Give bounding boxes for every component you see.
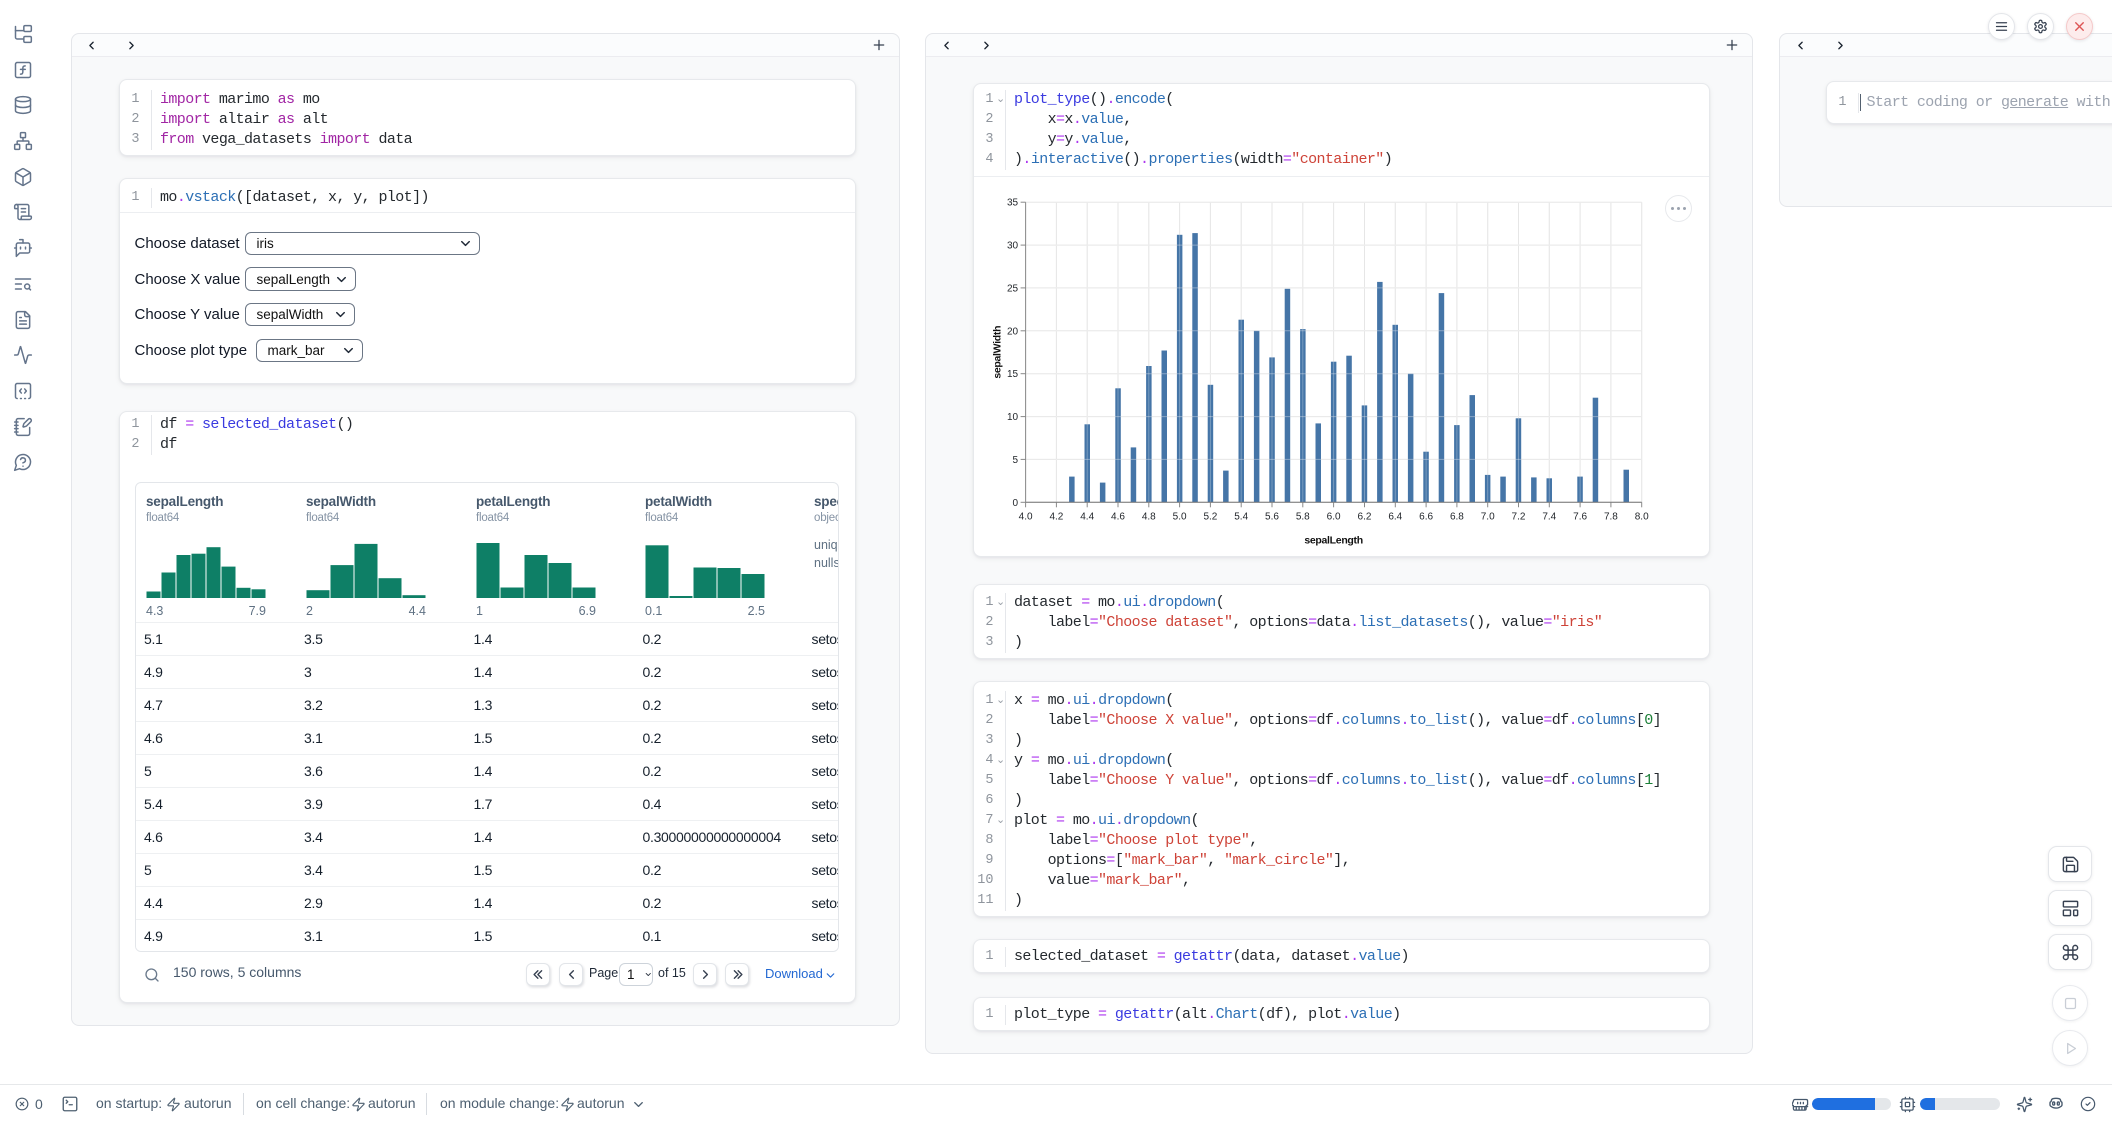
svg-text:5.2: 5.2 bbox=[1203, 512, 1217, 523]
svg-text:5: 5 bbox=[1013, 455, 1019, 466]
svg-text:20: 20 bbox=[1007, 326, 1019, 337]
svg-text:4.4: 4.4 bbox=[1080, 512, 1094, 523]
svg-text:sepalWidth: sepalWidth bbox=[992, 326, 1004, 379]
svg-text:5.6: 5.6 bbox=[1265, 512, 1279, 523]
svg-text:25: 25 bbox=[1007, 283, 1019, 294]
svg-text:7.2: 7.2 bbox=[1512, 512, 1526, 523]
svg-text:4.2: 4.2 bbox=[1049, 512, 1063, 523]
svg-text:6.2: 6.2 bbox=[1358, 512, 1372, 523]
svg-text:0: 0 bbox=[1013, 498, 1019, 509]
svg-text:4.0: 4.0 bbox=[1019, 512, 1033, 523]
svg-text:7.8: 7.8 bbox=[1604, 512, 1618, 523]
svg-text:5.4: 5.4 bbox=[1234, 512, 1248, 523]
svg-text:sepalLength: sepalLength bbox=[1304, 534, 1363, 546]
svg-text:4.6: 4.6 bbox=[1111, 512, 1125, 523]
svg-text:7.6: 7.6 bbox=[1573, 512, 1587, 523]
svg-text:5.8: 5.8 bbox=[1296, 512, 1310, 523]
svg-text:15: 15 bbox=[1007, 369, 1019, 380]
svg-text:5.0: 5.0 bbox=[1173, 512, 1187, 523]
svg-text:6.4: 6.4 bbox=[1388, 512, 1402, 523]
svg-text:6.8: 6.8 bbox=[1450, 512, 1464, 523]
svg-text:8.0: 8.0 bbox=[1635, 512, 1649, 523]
svg-text:7.0: 7.0 bbox=[1481, 512, 1495, 523]
svg-text:10: 10 bbox=[1007, 412, 1019, 423]
svg-text:4.8: 4.8 bbox=[1142, 512, 1156, 523]
svg-text:30: 30 bbox=[1007, 241, 1019, 252]
svg-text:6.0: 6.0 bbox=[1327, 512, 1341, 523]
svg-text:6.6: 6.6 bbox=[1419, 512, 1433, 523]
svg-text:35: 35 bbox=[1007, 198, 1019, 209]
svg-text:7.4: 7.4 bbox=[1542, 512, 1556, 523]
